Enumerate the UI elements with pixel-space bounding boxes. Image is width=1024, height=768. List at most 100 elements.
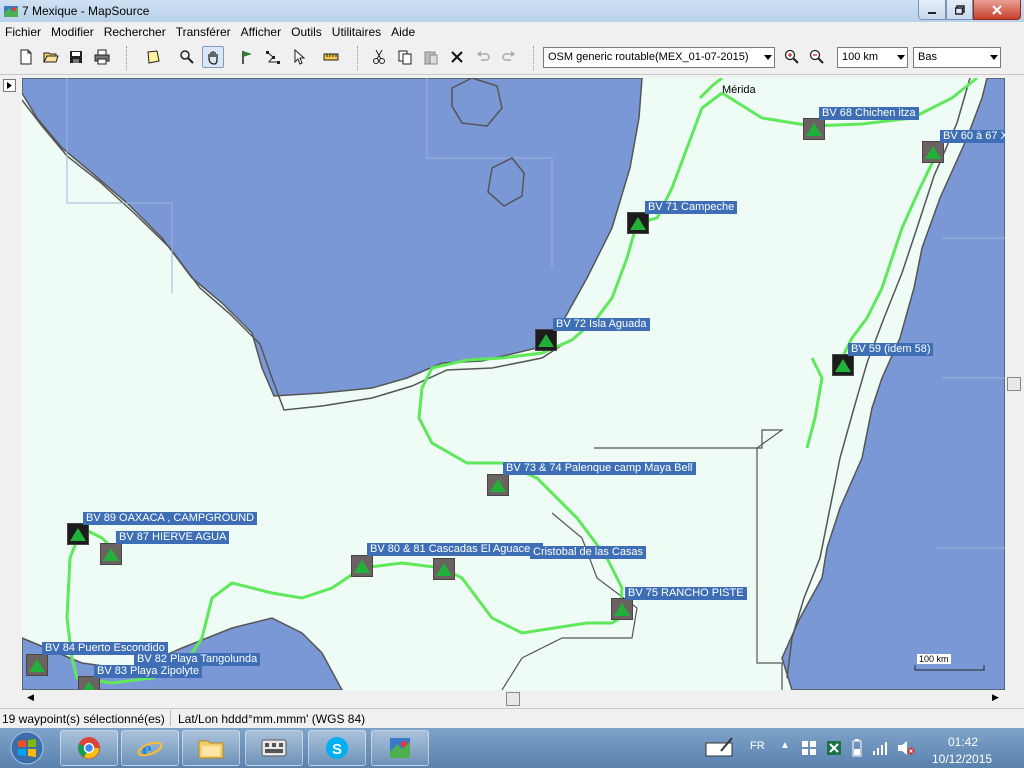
spreadsheet-icon: [827, 741, 841, 755]
waypoint-triangle-icon: [29, 658, 45, 672]
pan-tool[interactable]: [202, 46, 224, 68]
clock-date[interactable]: 10/12/2015: [932, 752, 992, 766]
status-divider: [170, 710, 171, 726]
waypoint-label[interactable]: BV 80 & 81 Cascadas El Aguacero: [367, 543, 543, 556]
menu-outils[interactable]: Outils: [286, 22, 327, 42]
waypoint-marker[interactable]: [627, 212, 649, 234]
waypoint-triangle-icon: [70, 527, 86, 541]
waypoint-label[interactable]: BV 75 RANCHO PISTE: [625, 587, 747, 600]
waypoint-marker[interactable]: [78, 676, 100, 690]
copy-button[interactable]: [394, 46, 416, 68]
maximize-button[interactable]: [946, 0, 973, 20]
action-center-tray[interactable]: [801, 740, 817, 759]
map-product-select[interactable]: OSM generic routable(MEX_01-07-2015): [543, 47, 775, 68]
delete-button[interactable]: [446, 46, 468, 68]
zoom-tool[interactable]: [176, 46, 198, 68]
route-icon: [266, 51, 280, 64]
clock-time[interactable]: 01:42: [948, 735, 978, 749]
taskbar-app-grid[interactable]: [245, 730, 303, 766]
waypoint-marker[interactable]: [26, 654, 48, 676]
zoom-scale-value: 100 km: [842, 51, 879, 63]
flag-icon: [242, 51, 252, 64]
waypoint-label[interactable]: BV 71 Campeche: [645, 201, 738, 214]
start-button[interactable]: [4, 729, 50, 767]
print-button[interactable]: [91, 46, 113, 68]
zoom-tool-icon: [180, 50, 194, 64]
cut-button[interactable]: [368, 46, 390, 68]
map-scale-label: 100 km: [917, 654, 951, 664]
zoom-in-button[interactable]: [781, 46, 803, 68]
map-product-value: OSM generic routable(MEX_01-07-2015): [548, 51, 749, 63]
waypoint-label[interactable]: BV 73 & 74 Palenque camp Maya Bell: [503, 462, 696, 475]
title-bar: [0, 0, 1024, 23]
redo-button[interactable]: [498, 46, 520, 68]
horizontal-scroll-thumb[interactable]: [506, 692, 520, 706]
waypoint-marker[interactable]: [803, 118, 825, 140]
taskbar-skype[interactable]: S: [308, 730, 366, 766]
menu-rechercher[interactable]: Rechercher: [99, 22, 171, 42]
waypoint-triangle-icon: [630, 216, 646, 230]
delete-x-icon: [451, 51, 463, 63]
mapsource-app-icon[interactable]: [3, 3, 19, 19]
select-tool[interactable]: [288, 46, 310, 68]
waypoint-marker[interactable]: [433, 558, 455, 580]
menu-bar: Fichier Modifier Rechercher Transférer A…: [0, 22, 1024, 42]
scroll-left-arrow-icon[interactable]: ◀: [27, 692, 34, 703]
undo-button[interactable]: [472, 46, 494, 68]
taskbar-chrome[interactable]: [60, 730, 118, 766]
waypoint-label[interactable]: BV 87 HIERVE AGUA: [116, 531, 230, 544]
waypoint-marker[interactable]: [487, 474, 509, 496]
waypoint-label[interactable]: BV 72 Isla Aguada: [553, 318, 650, 331]
touch-keyboard-tray[interactable]: [705, 737, 735, 760]
select-region-tool[interactable]: [142, 46, 164, 68]
paste-button[interactable]: [420, 46, 442, 68]
taskbar-file-explorer[interactable]: [182, 730, 240, 766]
vertical-scroll-thumb[interactable]: [1007, 377, 1021, 391]
waypoint-label[interactable]: BV 83 Playa Zipolyte: [94, 665, 203, 678]
map-view[interactable]: Mérida BV 68 Chichen itza BV 60 à 67 X B…: [22, 78, 1005, 690]
measure-tool[interactable]: [320, 46, 342, 68]
taskbar-internet-explorer[interactable]: e: [121, 730, 179, 766]
waypoint-marker[interactable]: [67, 523, 89, 545]
taskbar-mapsource[interactable]: [371, 730, 429, 766]
show-hidden-icons-arrow[interactable]: ▲: [780, 740, 790, 751]
waypoint-marker[interactable]: [832, 354, 854, 376]
save-button[interactable]: [65, 46, 87, 68]
region-select-icon: [147, 50, 160, 64]
route-tool[interactable]: [262, 46, 284, 68]
battery-tray[interactable]: [852, 739, 862, 760]
waypoint-marker[interactable]: [922, 141, 944, 163]
waypoint-marker[interactable]: [535, 329, 557, 351]
toolbar-separator: [126, 46, 128, 70]
menu-utilitaires[interactable]: Utilitaires: [327, 22, 386, 42]
expand-panel-button[interactable]: [3, 79, 16, 92]
menu-transferer[interactable]: Transférer: [171, 22, 236, 42]
signal-tray[interactable]: [872, 740, 888, 759]
waypoint-label[interactable]: BV 89 OAXACA , CAMPGROUND: [83, 512, 258, 525]
waypoint-label[interactable]: BV 59 (idem 58): [848, 343, 934, 356]
waypoint-label[interactable]: BV 60 à 67 X: [940, 130, 1005, 143]
arrow-pointer-icon: [294, 49, 306, 65]
menu-fichier[interactable]: Fichier: [0, 22, 46, 42]
close-button[interactable]: [973, 0, 1021, 20]
detail-level-select[interactable]: Bas: [913, 47, 1001, 68]
dropdown-arrow-icon: [990, 55, 998, 60]
volume-tray[interactable]: [897, 740, 915, 759]
open-button[interactable]: [40, 46, 62, 68]
language-indicator[interactable]: FR: [750, 740, 765, 752]
scroll-right-arrow-icon[interactable]: ▶: [992, 692, 999, 703]
waypoint-marker[interactable]: [611, 598, 633, 620]
menu-aide[interactable]: Aide: [386, 22, 420, 42]
waypoint-label[interactable]: BV 68 Chichen itza: [819, 107, 919, 120]
waypoint-tool[interactable]: [236, 46, 258, 68]
zoom-scale-select[interactable]: 100 km: [837, 47, 908, 68]
waypoint-marker[interactable]: [100, 543, 122, 565]
menu-afficher[interactable]: Afficher: [236, 22, 286, 42]
minimize-button[interactable]: [918, 0, 946, 20]
menu-modifier[interactable]: Modifier: [46, 22, 99, 42]
waypoint-marker[interactable]: [351, 555, 373, 577]
zoom-out-button[interactable]: [806, 46, 828, 68]
excel-tray[interactable]: [826, 740, 842, 759]
new-button[interactable]: [15, 46, 37, 68]
waypoint-label[interactable]: Cristobal de las Casas: [530, 546, 647, 559]
